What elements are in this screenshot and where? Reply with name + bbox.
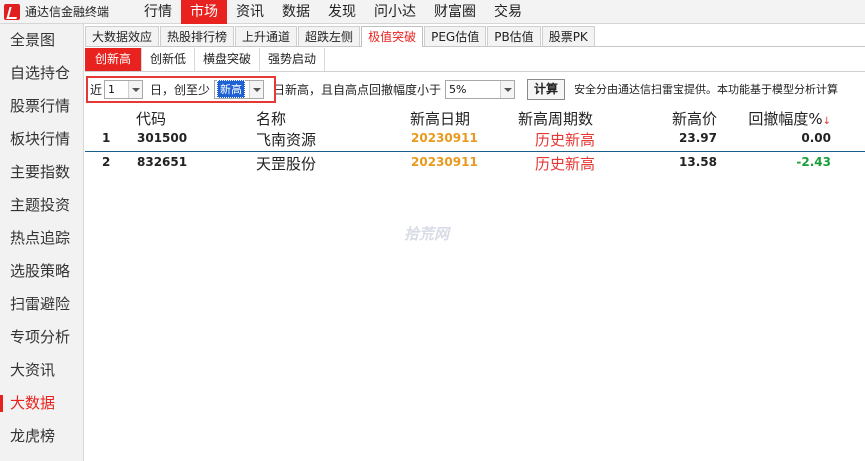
sidebar-item-big-news[interactable]: 大资讯 bbox=[0, 354, 83, 387]
safety-note: 安全分由通达信扫雷宝提供。本功能基于模型分析计算 bbox=[574, 83, 839, 96]
menu-item-news[interactable]: 资讯 bbox=[227, 0, 273, 24]
sort-down-icon: ↓ bbox=[822, 116, 831, 127]
sidebar-item-stock-quotes[interactable]: 股票行情 bbox=[0, 90, 83, 123]
menu-item-quotes[interactable]: 行情 bbox=[135, 0, 181, 24]
sidebar-item-hot-tracking[interactable]: 热点追踪 bbox=[0, 222, 83, 255]
table-row[interactable]: 1 301500 飞南资源 20230911 历史新高 23.97 0.00 bbox=[85, 128, 865, 152]
new-high-period: 历史新高 bbox=[535, 155, 596, 173]
menu-item-market[interactable]: 市场 bbox=[181, 0, 227, 24]
new-high-date: 20230911 bbox=[411, 155, 478, 169]
sidebar-item-sector-quotes[interactable]: 板块行情 bbox=[0, 123, 83, 156]
col-header-code[interactable]: 代码 bbox=[136, 108, 166, 129]
tab-consolidation-breakout[interactable]: 横盘突破 bbox=[195, 48, 261, 71]
sidebar-item-big-data[interactable]: 大数据 bbox=[0, 387, 83, 420]
new-high-period: 历史新高 bbox=[535, 131, 596, 149]
stock-code: 832651 bbox=[137, 155, 188, 169]
sidebar-item-panorama[interactable]: 全景图 bbox=[0, 24, 83, 57]
chevron-down-icon[interactable] bbox=[500, 80, 515, 98]
sidebar-item-risk-scan[interactable]: 扫雷避险 bbox=[0, 288, 83, 321]
watermark-text: 拾荒网 bbox=[404, 225, 450, 243]
tab-rising-channel[interactable]: 上升通道 bbox=[235, 26, 298, 46]
tab-big-data-effect[interactable]: 大数据效应 bbox=[85, 26, 160, 46]
col-header-pullback[interactable]: 回撤幅度%↓ bbox=[748, 108, 831, 129]
menu-item-discover[interactable]: 发现 bbox=[319, 0, 365, 24]
tab-peg-valuation[interactable]: PEG估值 bbox=[424, 26, 487, 46]
main-panel: 大数据效应 热股排行榜 上升通道 超跌左侧 极值突破 PEG估值 PB估值 股票… bbox=[85, 24, 865, 461]
table-header: 代码 名称 新高日期 新高周期数 新高价 回撤幅度%↓ bbox=[85, 106, 865, 128]
tab-stock-pk[interactable]: 股票PK bbox=[541, 26, 595, 46]
secondary-tabs: 创新高 创新低 横盘突破 强势启动 bbox=[85, 48, 865, 72]
tab-new-low[interactable]: 创新低 bbox=[142, 48, 196, 71]
menu-item-ask-xiaoda[interactable]: 问小达 bbox=[365, 0, 425, 24]
pullback-value: -2.43 bbox=[796, 155, 831, 169]
menu-item-wealth-circle[interactable]: 财富圈 bbox=[425, 0, 485, 24]
new-high-date: 20230911 bbox=[411, 131, 478, 145]
calculate-button[interactable]: 计算 bbox=[527, 78, 566, 100]
col-header-name[interactable]: 名称 bbox=[256, 108, 286, 129]
sidebar-item-major-indices[interactable]: 主要指数 bbox=[0, 156, 83, 189]
top-menu-bar: 通达信金融终端 行情 市场 资讯 数据 发现 问小达 财富圈 交易 bbox=[0, 0, 865, 24]
level-value: 新高 bbox=[217, 80, 246, 98]
table-row[interactable]: 2 832651 天罡股份 20230911 历史新高 13.58 -2.43 bbox=[85, 152, 865, 176]
filter-bar: 近 1 日，创至少 新高 日新高，且自高点回撤幅度小于 5% 计算 安全分由通达… bbox=[85, 74, 865, 104]
sidebar-item-special-analysis[interactable]: 专项分析 bbox=[0, 321, 83, 354]
pullback-select[interactable]: 5% bbox=[445, 79, 516, 99]
sidebar: 全景图 自选持仓 股票行情 板块行情 主要指数 主题投资 热点追踪 选股策略 扫… bbox=[0, 24, 84, 461]
col-header-pullback-label: 回撤幅度% bbox=[748, 110, 823, 128]
tab-strong-start[interactable]: 强势启动 bbox=[260, 48, 326, 71]
app-title: 通达信金融终端 bbox=[25, 5, 110, 19]
sidebar-item-watchlist[interactable]: 自选持仓 bbox=[0, 57, 83, 90]
chevron-down-icon[interactable] bbox=[249, 80, 264, 98]
tab-pb-valuation[interactable]: PB估值 bbox=[487, 26, 541, 46]
sidebar-item-theme-invest[interactable]: 主题投资 bbox=[0, 189, 83, 222]
sidebar-item-stock-picking[interactable]: 选股策略 bbox=[0, 255, 83, 288]
primary-tabs: 大数据效应 热股排行榜 上升通道 超跌左侧 极值突破 PEG估值 PB估值 股票… bbox=[85, 26, 865, 47]
pullback-value: 5% bbox=[449, 82, 467, 96]
sidebar-item-dragon-tiger[interactable]: 龙虎榜 bbox=[0, 420, 83, 453]
new-high-price: 23.97 bbox=[679, 131, 717, 145]
tdx-logo-icon bbox=[4, 3, 20, 20]
menu-item-trade[interactable]: 交易 bbox=[485, 0, 531, 24]
col-header-period[interactable]: 新高周期数 bbox=[518, 108, 593, 129]
pullback-value: 0.00 bbox=[801, 131, 831, 145]
stock-code: 301500 bbox=[137, 131, 188, 145]
tab-hot-stock-ranking[interactable]: 热股排行榜 bbox=[160, 26, 235, 46]
tab-new-high[interactable]: 创新高 bbox=[85, 48, 143, 71]
app-logo: 通达信金融终端 bbox=[0, 0, 135, 24]
col-header-date[interactable]: 新高日期 bbox=[410, 108, 470, 129]
col-header-price[interactable]: 新高价 bbox=[672, 108, 717, 129]
days-select[interactable]: 1 bbox=[104, 79, 144, 99]
menu-item-data[interactable]: 数据 bbox=[273, 0, 319, 24]
stock-name: 天罡股份 bbox=[256, 155, 317, 173]
tab-extreme-breakout[interactable]: 极值突破 bbox=[361, 26, 424, 47]
level-select[interactable]: 新高 bbox=[214, 79, 265, 99]
results-table: 代码 名称 新高日期 新高周期数 新高价 回撤幅度%↓ 1 301500 飞南资… bbox=[85, 106, 865, 176]
new-high-price: 13.58 bbox=[679, 155, 717, 169]
row-index: 1 bbox=[102, 131, 111, 145]
condition-label: 日新高，且自高点回撤幅度小于 bbox=[273, 82, 442, 97]
row-index: 2 bbox=[102, 155, 111, 169]
days-value: 1 bbox=[108, 82, 116, 96]
tab-oversold-left[interactable]: 超跌左侧 bbox=[298, 26, 361, 46]
stock-name: 飞南资源 bbox=[256, 131, 317, 149]
chevron-down-icon[interactable] bbox=[128, 80, 143, 98]
